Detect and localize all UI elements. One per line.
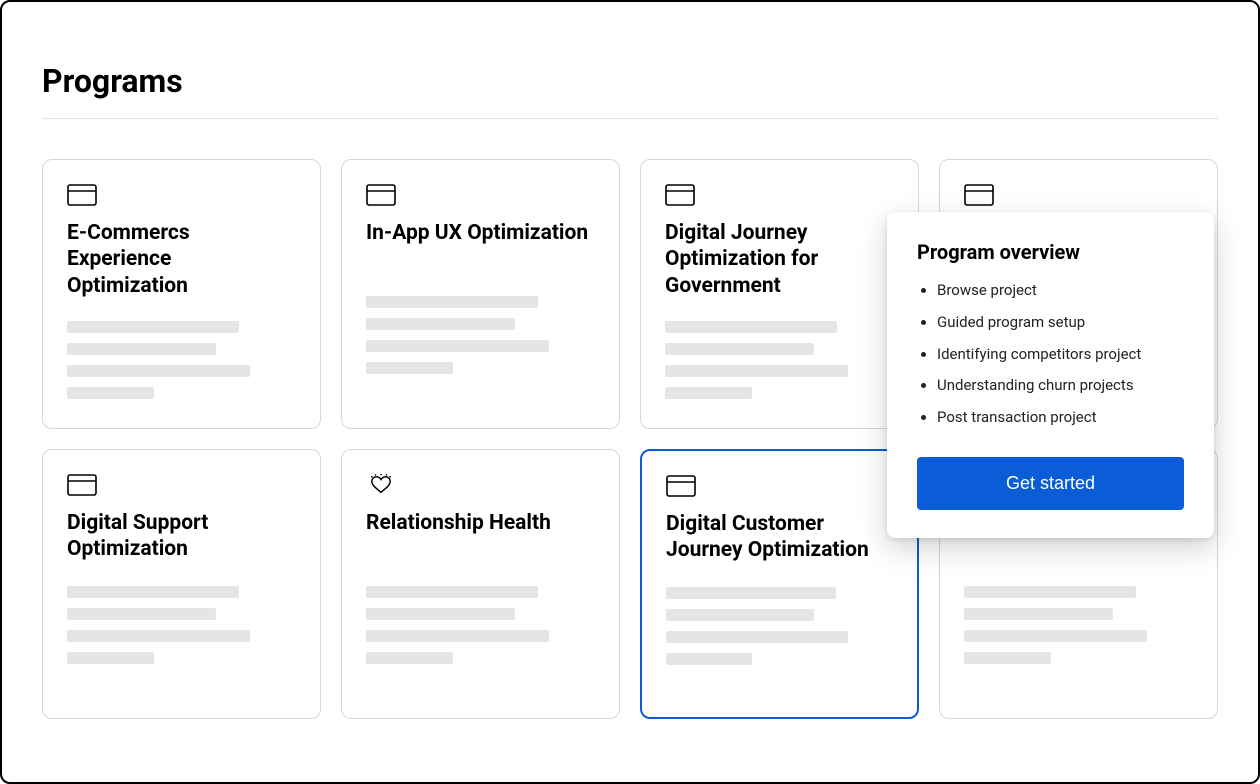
program-card[interactable]: Digital Journey Optimization for Governm… <box>640 159 919 429</box>
card-icon <box>665 184 695 206</box>
popover-item[interactable]: Understanding churn projects <box>937 375 1184 397</box>
skeleton <box>67 586 296 664</box>
program-card-title: E-Commercs Experience Optimization <box>67 220 296 299</box>
popover-title: Program overview <box>917 240 1184 264</box>
program-card-title: Digital Customer Journey Optimization <box>666 511 893 565</box>
program-card-selected[interactable]: Digital Customer Journey Optimization <box>640 449 919 719</box>
heart-icon <box>366 474 396 496</box>
program-card[interactable]: Relationship Health <box>341 449 620 719</box>
program-card[interactable]: E-Commercs Experience Optimization <box>42 159 321 429</box>
skeleton <box>964 586 1193 664</box>
program-card-title: Relationship Health <box>366 510 595 564</box>
get-started-button[interactable]: Get started <box>917 457 1184 510</box>
skeleton <box>67 321 296 399</box>
popover-item[interactable]: Identifying competitors project <box>937 344 1184 366</box>
program-card-title: In-App UX Optimization <box>366 220 595 274</box>
card-icon <box>366 184 396 206</box>
skeleton <box>666 587 893 665</box>
popover-item[interactable]: Guided program setup <box>937 312 1184 334</box>
skeleton <box>366 296 595 374</box>
page-title: Programs <box>42 62 1218 100</box>
divider <box>42 118 1218 119</box>
popover-item[interactable]: Browse project <box>937 280 1184 302</box>
app-frame: Programs E-Commercs Experience Optimizat… <box>0 0 1260 784</box>
program-overview-popover: Program overview Browse project Guided p… <box>887 212 1214 538</box>
program-card[interactable]: Digital Support Optimization <box>42 449 321 719</box>
program-card-title: Digital Support Optimization <box>67 510 296 564</box>
skeleton <box>665 321 894 399</box>
program-card[interactable]: In-App UX Optimization <box>341 159 620 429</box>
skeleton <box>366 586 595 664</box>
popover-list: Browse project Guided program setup Iden… <box>917 280 1184 429</box>
card-icon <box>67 474 97 496</box>
program-card-title: Digital Journey Optimization for Governm… <box>665 220 894 299</box>
card-icon <box>67 184 97 206</box>
card-icon <box>964 184 994 206</box>
card-icon <box>666 475 696 497</box>
popover-item[interactable]: Post transaction project <box>937 407 1184 429</box>
